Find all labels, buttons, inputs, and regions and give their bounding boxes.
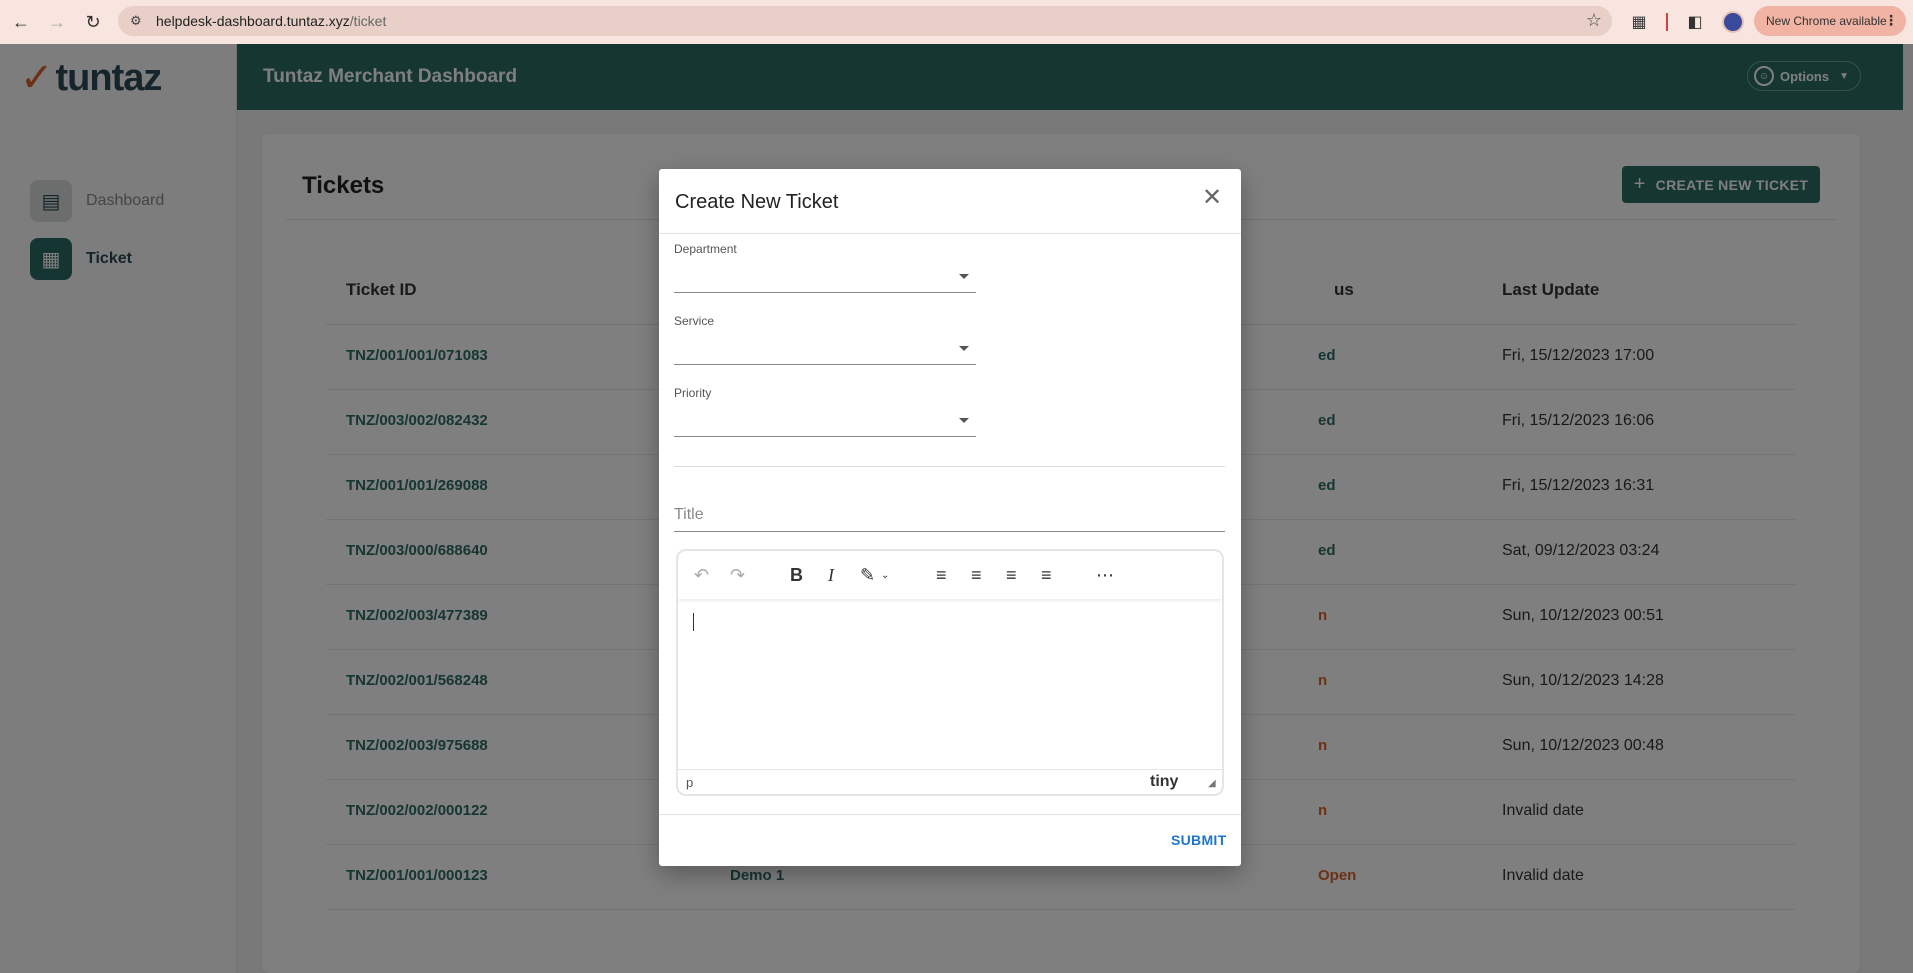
address-bar[interactable]: ⚙ helpdesk-dashboard.tuntaz.xyz/ticket ☆ bbox=[118, 6, 1612, 36]
menu-dots-icon[interactable]: ⋮ bbox=[1884, 12, 1898, 29]
more-icon[interactable]: ⋯ bbox=[1096, 563, 1114, 587]
editor-statusbar: p tiny ◢ bbox=[678, 769, 1222, 794]
divider bbox=[659, 233, 1241, 234]
chevron-down-icon bbox=[959, 418, 969, 423]
align-center-icon[interactable]: ≡ bbox=[971, 563, 982, 587]
editor-content[interactable] bbox=[678, 599, 1222, 769]
chevron-down-icon[interactable]: ⌄ bbox=[881, 563, 889, 587]
highlight-color-icon[interactable]: ✎ bbox=[860, 563, 875, 587]
forward-icon[interactable]: → bbox=[42, 7, 72, 37]
department-select[interactable]: Department bbox=[674, 242, 976, 293]
toolbar-divider bbox=[1666, 13, 1668, 31]
divider bbox=[659, 814, 1241, 815]
service-select[interactable]: Service bbox=[674, 314, 976, 365]
new-chrome-button[interactable]: New Chrome available ⋮ bbox=[1754, 6, 1906, 36]
close-icon[interactable]: ✕ bbox=[1202, 183, 1222, 212]
browser-toolbar: ← → ↻ ⚙ helpdesk-dashboard.tuntaz.xyz/ti… bbox=[0, 0, 1913, 44]
chevron-down-icon bbox=[959, 274, 969, 279]
editor-toolbar: ↶ ↷ B I ✎ ⌄ ≡ ≡ ≡ ≡ ⋯ bbox=[678, 551, 1222, 599]
rich-text-editor: ↶ ↷ B I ✎ ⌄ ≡ ≡ ≡ ≡ ⋯ p tiny ◢ bbox=[676, 549, 1224, 796]
italic-icon[interactable]: I bbox=[828, 563, 834, 587]
align-justify-icon[interactable]: ≡ bbox=[1041, 563, 1052, 587]
extensions-icon[interactable]: ▦ bbox=[1628, 11, 1650, 33]
dialog-title: Create New Ticket bbox=[675, 191, 839, 213]
resize-handle-icon[interactable]: ◢ bbox=[1208, 778, 1216, 789]
title-input[interactable]: Title bbox=[674, 506, 1225, 532]
back-icon[interactable]: ← bbox=[6, 7, 36, 37]
profile-avatar[interactable] bbox=[1722, 11, 1744, 33]
create-ticket-dialog: Create New Ticket ✕ Department Service P… bbox=[659, 169, 1241, 866]
bookmark-star-icon[interactable]: ☆ bbox=[1586, 10, 1602, 31]
text-cursor bbox=[693, 613, 694, 631]
submit-button[interactable]: SUBMIT bbox=[1171, 832, 1226, 848]
align-left-icon[interactable]: ≡ bbox=[936, 563, 947, 587]
element-path[interactable]: p bbox=[686, 775, 693, 790]
site-info-icon[interactable]: ⚙ bbox=[130, 13, 146, 29]
url-text: helpdesk-dashboard.tuntaz.xyz/ticket bbox=[156, 13, 387, 29]
priority-select[interactable]: Priority bbox=[674, 386, 976, 437]
redo-icon[interactable]: ↷ bbox=[730, 563, 745, 587]
align-right-icon[interactable]: ≡ bbox=[1006, 563, 1017, 587]
chevron-down-icon bbox=[959, 346, 969, 351]
tiny-logo[interactable]: tiny bbox=[1150, 773, 1178, 791]
bold-icon[interactable]: B bbox=[790, 563, 803, 587]
undo-icon[interactable]: ↶ bbox=[694, 563, 709, 587]
reload-icon[interactable]: ↻ bbox=[78, 7, 108, 37]
side-panel-icon[interactable]: ◧ bbox=[1684, 11, 1706, 33]
divider bbox=[674, 466, 1225, 467]
